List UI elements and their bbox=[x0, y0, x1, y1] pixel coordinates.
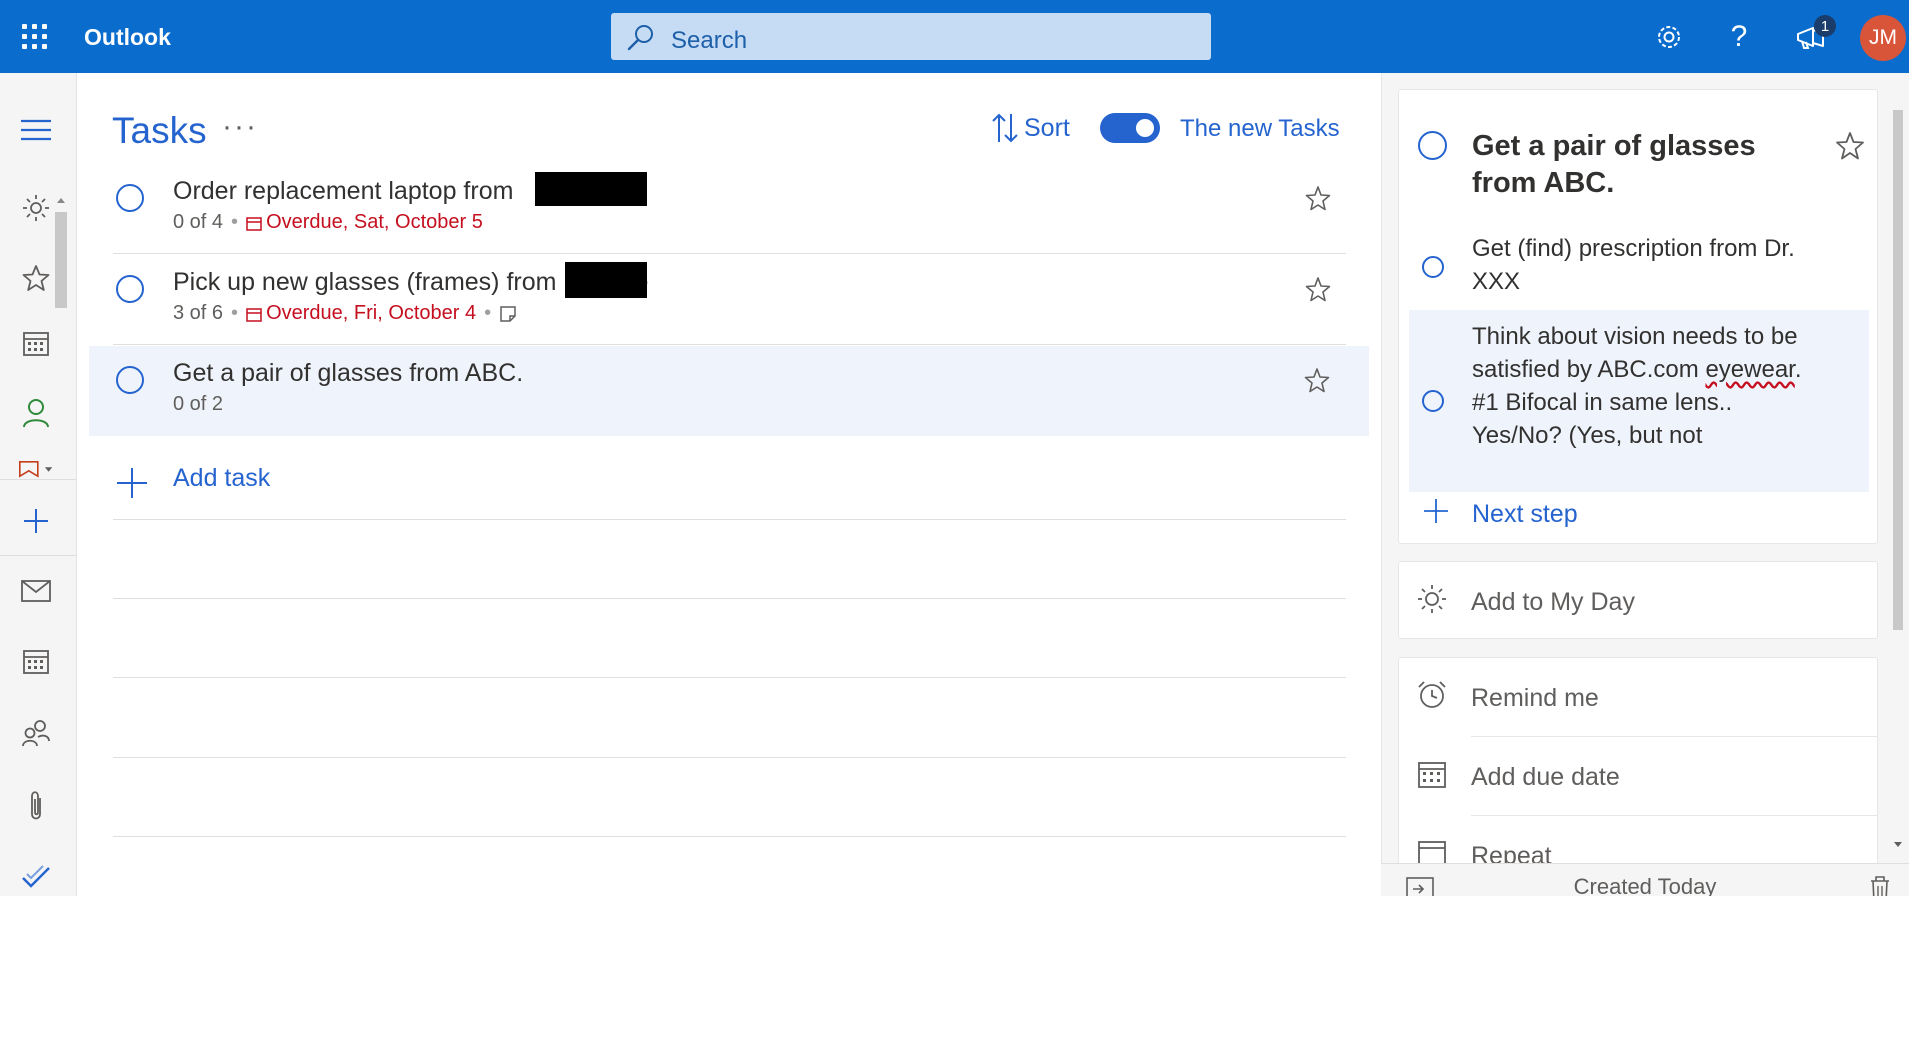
task-complete-checkbox[interactable] bbox=[116, 275, 144, 303]
sort-label: Sort bbox=[1024, 113, 1070, 142]
tasks-heading: Tasks bbox=[112, 110, 207, 151]
search-input[interactable]: Search bbox=[611, 13, 1211, 60]
important-star-icon[interactable] bbox=[18, 260, 54, 296]
step-text-editor[interactable]: Think about vision needs to be satisfied… bbox=[1472, 320, 1812, 480]
task-star-icon[interactable] bbox=[1304, 184, 1332, 212]
task-meta: 0 of 2 bbox=[173, 393, 223, 416]
detail-footer: Created Today bbox=[1381, 863, 1909, 896]
calendar-icon bbox=[1418, 762, 1446, 788]
task-step-progress: 0 of 4 bbox=[173, 211, 224, 233]
flagged-dropdown-icon[interactable] bbox=[18, 451, 54, 487]
top-bar: Outlook Search ? 1 JM bbox=[0, 0, 1909, 73]
detail-complete-checkbox[interactable] bbox=[1418, 131, 1447, 160]
sun-icon bbox=[1418, 585, 1446, 613]
task-meta: 3 of 6 • Overdue, Fri, October 4 • bbox=[173, 302, 517, 325]
next-step-label: Next step bbox=[1472, 500, 1578, 528]
rail-scrollbar[interactable] bbox=[53, 190, 69, 355]
planned-calendar-icon[interactable] bbox=[18, 325, 54, 361]
new-list-add-icon[interactable] bbox=[18, 503, 54, 539]
my-day-sun-icon[interactable] bbox=[18, 190, 54, 226]
detail-task-title[interactable]: Get a pair of glasses from ABC. bbox=[1472, 128, 1802, 202]
user-avatar[interactable]: JM bbox=[1860, 15, 1906, 61]
task-row[interactable]: Pick up new glasses (frames) frome 3 of … bbox=[113, 255, 1346, 345]
task-title-card: Get a pair of glasses from ABC. Get (fin… bbox=[1398, 89, 1878, 544]
app-launcher-icon[interactable] bbox=[22, 24, 48, 50]
todo-check-icon[interactable] bbox=[18, 859, 54, 895]
app-title[interactable]: Outlook bbox=[84, 24, 171, 51]
redacted-block bbox=[535, 172, 647, 206]
empty-row-divider bbox=[113, 836, 1346, 837]
mail-icon[interactable] bbox=[18, 573, 54, 609]
add-to-my-day-label: Add to My Day bbox=[1471, 588, 1635, 616]
attachment-paperclip-icon[interactable] bbox=[18, 788, 54, 824]
task-step-progress: 0 of 2 bbox=[173, 393, 224, 415]
task-meta: 0 of 4 • Overdue, Sat, October 5 bbox=[173, 211, 483, 234]
notification-badge: 1 bbox=[1814, 15, 1836, 37]
due-calendar-icon bbox=[246, 307, 262, 322]
add-task-input[interactable]: Add task bbox=[113, 458, 1346, 520]
delete-trash-icon[interactable] bbox=[1865, 874, 1895, 896]
hamburger-menu-icon[interactable] bbox=[18, 112, 54, 148]
help-icon[interactable]: ? bbox=[1720, 18, 1758, 56]
add-due-date-label: Add due date bbox=[1471, 763, 1620, 791]
calendar-icon[interactable] bbox=[18, 643, 54, 679]
step-text[interactable]: Get (find) prescription from Dr. XXX bbox=[1472, 232, 1812, 298]
settings-gear-icon[interactable] bbox=[1650, 18, 1688, 56]
alarm-clock-icon bbox=[1418, 681, 1446, 708]
task-complete-checkbox[interactable] bbox=[116, 366, 144, 394]
due-calendar-icon bbox=[246, 216, 262, 231]
step-checkbox[interactable] bbox=[1422, 390, 1444, 412]
empty-row-divider bbox=[113, 677, 1346, 678]
task-step-progress: 3 of 6 bbox=[173, 302, 224, 324]
next-step-button[interactable]: Next step bbox=[1409, 490, 1869, 536]
redacted-block bbox=[565, 262, 647, 298]
created-date-text: Created Today bbox=[1573, 874, 1717, 896]
add-due-date-button[interactable]: Add due date bbox=[1399, 737, 1877, 815]
task-complete-checkbox[interactable] bbox=[116, 184, 144, 212]
detail-scrollbar[interactable] bbox=[1891, 90, 1905, 850]
task-detail-pane: Get a pair of glasses from ABC. Get (fin… bbox=[1381, 73, 1909, 917]
search-placeholder: Search bbox=[671, 27, 748, 54]
add-plus-icon bbox=[1424, 499, 1448, 523]
detail-star-icon[interactable] bbox=[1834, 130, 1866, 162]
task-star-icon[interactable] bbox=[1304, 275, 1332, 303]
task-row[interactable]: Order replacement laptop from 0 of 4 • O… bbox=[113, 164, 1346, 254]
remind-me-button[interactable]: Remind me bbox=[1399, 658, 1877, 736]
new-tasks-toggle-label[interactable]: The new Tasks bbox=[1180, 115, 1340, 143]
add-to-my-day-button[interactable]: Add to My Day bbox=[1399, 562, 1879, 640]
task-row-selected[interactable]: Get a pair of glasses from ABC. 0 of 2 bbox=[89, 346, 1369, 436]
task-due-date: Overdue, Fri, October 4 bbox=[246, 302, 476, 325]
add-plus-icon bbox=[117, 468, 147, 498]
task-title: Get a pair of glasses from ABC. bbox=[173, 359, 524, 387]
blank-area bbox=[0, 896, 1909, 1056]
add-task-label: Add task bbox=[173, 464, 271, 492]
note-icon bbox=[499, 305, 517, 323]
task-due-date: Overdue, Sat, October 5 bbox=[246, 211, 483, 234]
assigned-person-icon[interactable] bbox=[18, 395, 54, 431]
people-icon[interactable] bbox=[18, 715, 54, 751]
sort-arrows-icon bbox=[992, 113, 1018, 143]
empty-row-divider bbox=[113, 598, 1346, 599]
task-star-icon[interactable] bbox=[1303, 366, 1331, 394]
step-item[interactable]: Get (find) prescription from Dr. XXX bbox=[1409, 218, 1869, 298]
step-checkbox[interactable] bbox=[1422, 256, 1444, 278]
empty-row-divider bbox=[113, 757, 1346, 758]
left-rail bbox=[0, 73, 77, 896]
task-title: Order replacement laptop from bbox=[173, 177, 514, 205]
sort-button[interactable]: Sort bbox=[990, 110, 1070, 146]
new-tasks-toggle[interactable] bbox=[1100, 113, 1160, 143]
step-item-editing[interactable]: Think about vision needs to be satisfied… bbox=[1409, 310, 1869, 492]
search-icon bbox=[627, 25, 653, 51]
remind-me-label: Remind me bbox=[1471, 684, 1599, 712]
my-day-card: Add to My Day bbox=[1398, 561, 1878, 639]
list-options-more-icon[interactable]: ··· bbox=[222, 110, 258, 144]
